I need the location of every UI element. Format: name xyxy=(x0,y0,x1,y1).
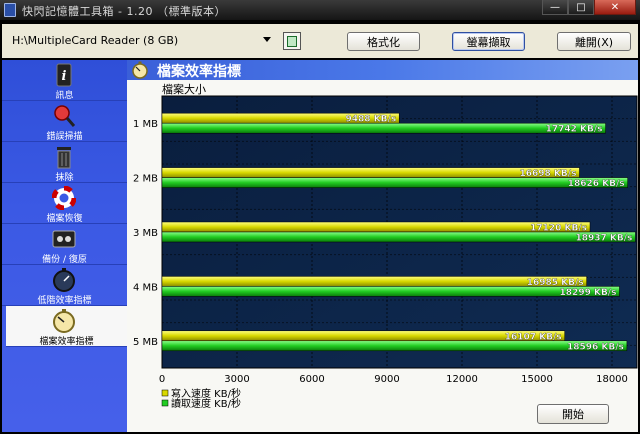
x-tick-label: 9000 xyxy=(374,374,399,385)
stopwatch-icon xyxy=(52,309,76,333)
sidebar: i 訊息 錯誤掃描 抹除 檔案恢復 備份 / 復原 低階效率指標 檔案效率指標 xyxy=(2,60,127,432)
sidebar-item-label: 檔案恢復 xyxy=(46,214,83,224)
y-tick-label: 2 MB xyxy=(133,174,158,185)
read-speed-bar xyxy=(161,122,606,134)
y-tick-label: 3 MB xyxy=(133,228,158,239)
magnifier-icon xyxy=(52,104,76,128)
x-tick-label: 0 xyxy=(159,374,165,385)
panel-title: 檔案效率指標 xyxy=(157,64,241,80)
main-panel: 檔案效率指標 檔案大小 0 3000 6000 9000 12000 15000 18000 1… xyxy=(127,60,638,432)
sidebar-item-label: 備份 / 復原 xyxy=(42,255,87,265)
data-label: 18937 KB/s xyxy=(575,234,632,244)
refresh-button[interactable] xyxy=(283,32,301,50)
read-speed-bar xyxy=(161,340,628,352)
x-tick-label: 12000 xyxy=(446,374,478,385)
title-bar: 快閃記憶體工具箱 - 1.20 （標準版本） — □ ✕ xyxy=(0,0,640,20)
benchmark-chart: 檔案大小 0 3000 6000 9000 12000 15000 18000 1 MB 9488… xyxy=(127,80,638,432)
format-button[interactable]: 格式化 xyxy=(347,32,420,51)
data-label: 17742 KB/s xyxy=(546,125,603,135)
refresh-icon xyxy=(287,35,297,47)
minimize-icon[interactable]: — xyxy=(542,0,568,15)
panel-header: 檔案效率指標 xyxy=(127,60,638,80)
trash-icon xyxy=(52,145,76,169)
y-axis-label: 檔案大小 xyxy=(162,82,206,96)
sidebar-item-backup-restore[interactable]: 備份 / 復原 xyxy=(2,224,127,265)
lifebuoy-icon xyxy=(52,186,76,210)
sidebar-item-erase[interactable]: 抹除 xyxy=(2,142,127,183)
read-speed-bar xyxy=(161,286,620,297)
stopwatch-icon xyxy=(132,61,148,79)
data-label: 18596 KB/s xyxy=(567,342,624,352)
legend-label: 讀取速度 KB/秒 xyxy=(171,397,241,410)
write-speed-bar xyxy=(161,167,580,178)
x-tick-label: 6000 xyxy=(299,374,324,385)
sidebar-item-file-recovery[interactable]: 檔案恢復 xyxy=(2,183,127,224)
sidebar-item-label: 低階效率指標 xyxy=(37,296,92,306)
x-tick-label: 15000 xyxy=(521,374,553,385)
legend-swatch xyxy=(161,389,169,397)
cassette-icon xyxy=(52,227,76,251)
sidebar-item-label: 抹除 xyxy=(55,173,74,183)
svg-text:i: i xyxy=(62,69,67,84)
sidebar-item-label: 檔案效率指標 xyxy=(39,337,94,347)
write-speed-bar xyxy=(161,221,591,233)
window-controls: — □ ✕ xyxy=(542,0,636,16)
legend-swatch xyxy=(161,399,169,407)
y-tick-label: 5 MB xyxy=(133,337,158,348)
screenshot-button[interactable]: 螢幕擷取 xyxy=(452,32,525,51)
data-label: 18626 KB/s xyxy=(568,179,625,189)
sidebar-item-error-scan[interactable]: 錯誤掃描 xyxy=(2,101,127,142)
x-tick-label: 18000 xyxy=(596,374,628,385)
write-speed-bar xyxy=(161,276,587,287)
sidebar-item-label: 訊息 xyxy=(55,91,74,101)
sidebar-item-low-level-benchmark[interactable]: 低階效率指標 xyxy=(2,265,127,306)
sidebar-item-file-benchmark[interactable]: 檔案效率指標 xyxy=(6,306,127,347)
device-select[interactable]: H:\MultipleCard Reader (8 GB) xyxy=(6,31,274,50)
exit-button[interactable]: 離開(X) xyxy=(557,32,631,51)
maximize-icon[interactable]: □ xyxy=(568,0,594,15)
chevron-down-icon[interactable] xyxy=(263,37,271,42)
stopwatch-icon xyxy=(52,268,76,292)
benchmark-chart-svg: 檔案大小0 3000 6000 9000 12000 15000 180001 MB 9488… xyxy=(133,82,638,410)
toolbar: H:\MultipleCard Reader (8 GB) 格式化 螢幕擷取 離… xyxy=(2,24,638,58)
y-tick-label: 4 MB xyxy=(133,282,158,293)
close-icon[interactable]: ✕ xyxy=(594,0,636,15)
y-tick-label: 1 MB xyxy=(133,119,158,130)
read-speed-bar xyxy=(161,177,628,188)
x-tick-label: 3000 xyxy=(224,374,249,385)
sidebar-item-label: 錯誤掃描 xyxy=(46,132,83,142)
sidebar-item-info[interactable]: i 訊息 xyxy=(2,60,127,101)
data-label: 18299 KB/s xyxy=(560,288,617,298)
device-select-value: H:\MultipleCard Reader (8 GB) xyxy=(12,34,179,47)
window-title: 快閃記憶體工具箱 - 1.20 （標準版本） xyxy=(22,5,226,18)
read-speed-bar xyxy=(161,231,636,243)
start-button[interactable]: 開始 xyxy=(537,404,609,424)
info-icon: i xyxy=(52,63,76,87)
app-icon xyxy=(4,3,16,17)
